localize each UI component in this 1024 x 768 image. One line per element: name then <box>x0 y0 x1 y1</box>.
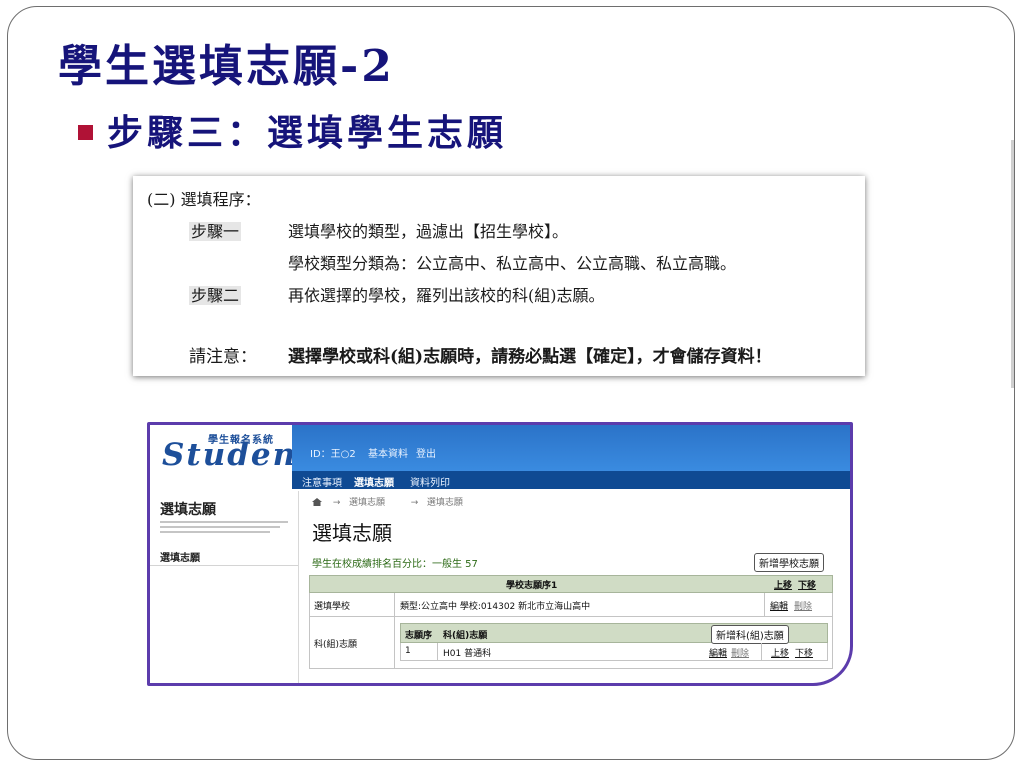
delete-department-link[interactable]: 刪除 <box>731 646 749 659</box>
procedure-heading: (二) 選填程序： <box>147 190 261 209</box>
slide-title: 學生選填志願-2 <box>58 41 395 92</box>
logo: Student <box>162 437 314 473</box>
department-row: 1 H01 普通科 編輯 刪除 上移 下移 <box>400 643 828 661</box>
delete-school-link[interactable]: 刪除 <box>794 599 812 612</box>
move-up-link[interactable]: 上移 <box>774 578 792 591</box>
table-title: 學校志願序1 <box>506 581 558 591</box>
slide-side-accent <box>1011 140 1014 388</box>
sidebar-fine-print <box>160 526 280 528</box>
dept-order: 1 <box>405 646 411 656</box>
nav-logout-link[interactable]: 登出 <box>416 445 436 460</box>
table-row: 選填學校 類型:公立高中 學校:014302 新北市立海山高中 編輯 刪除 <box>309 593 833 617</box>
nav-profile-link[interactable]: 基本資料 <box>368 445 408 460</box>
edit-department-link[interactable]: 編輯 <box>709 646 727 659</box>
step1-text: 選填學校的類型，過濾出【招生學校】。 <box>288 222 569 241</box>
bullet-square-icon <box>78 124 93 140</box>
home-icon[interactable] <box>312 498 322 506</box>
department-table-header: 志願序 科(組)志願 新增科(組)志願 <box>400 623 828 644</box>
step2-tag: 步驟二 <box>189 286 242 305</box>
table-row: 科(組)志願 志願序 科(組)志願 新增科(組)志願 1 H01 普通科 編輯 … <box>309 617 833 669</box>
breadcrumb: → 選填志願 → 選填志願 <box>312 495 463 508</box>
school-value: 類型:公立高中 學校:014302 新北市立海山高中 <box>400 602 591 612</box>
procedure-box: (二) 選填程序： 步驟一 選填學校的類型，過濾出【招生學校】。 學校類型分類為… <box>133 176 865 376</box>
app-screenshot: 學生報名系統 Student ID：王○2 基本資料 登出 注意事項 選填志願 … <box>147 422 853 686</box>
add-department-button[interactable]: 新增科(組)志願 <box>711 625 789 644</box>
breadcrumb-item[interactable]: 選填志願 <box>349 498 385 508</box>
main-nav: 注意事項 選填志願 資料列印 <box>292 471 850 489</box>
top-nav: ID：王○2 基本資料 登出 <box>292 425 850 471</box>
school-label: 選填學校 <box>314 602 351 612</box>
page-title: 選填志願 <box>312 521 392 545</box>
step1-detail: 學校類型分類為：公立高中、私立高中、公立高職、私立高職。 <box>288 254 737 273</box>
dept-col-name: 科(組)志願 <box>443 631 488 641</box>
school-preference-header: 學校志願序1 上移 下移 <box>309 575 833 593</box>
tab-preferences[interactable]: 選填志願 <box>354 474 394 489</box>
step2-text: 再依選擇的學校，羅列出該校的科(組)志願。 <box>288 286 605 305</box>
sidebar-fine-print <box>160 521 288 523</box>
breadcrumb-item: 選填志願 <box>426 498 463 508</box>
app-header: 學生報名系統 Student ID：王○2 基本資料 登出 注意事項 選填志願 … <box>150 425 850 491</box>
dept-col-order: 志願序 <box>405 631 433 641</box>
edit-school-link[interactable]: 編輯 <box>770 599 788 612</box>
move-down-department-link[interactable]: 下移 <box>795 646 813 659</box>
bullet-row: 步驟三：選填學生志願 <box>78 104 507 156</box>
bullet-text: 步驟三：選填學生志願 <box>107 112 508 154</box>
percentile-text: 學生在校成績排名百分比：一般生 57 <box>312 559 478 570</box>
sidebar-fine-print <box>160 531 270 533</box>
move-up-department-link[interactable]: 上移 <box>771 646 789 659</box>
add-school-button[interactable]: 新增學校志願 <box>754 553 824 572</box>
tab-notice[interactable]: 注意事項 <box>302 474 342 489</box>
sidebar-item-preferences[interactable]: 選填志願 <box>160 549 200 564</box>
notice-label: 請注意： <box>189 347 257 367</box>
step1-tag: 步驟一 <box>189 222 242 241</box>
sidebar-title: 選填志願 <box>160 502 216 518</box>
move-down-link[interactable]: 下移 <box>798 578 816 591</box>
tab-print[interactable]: 資料列印 <box>410 474 450 489</box>
notice-text: 選擇學校或科(組)志願時，請務必點選【確定】，才會儲存資料！ <box>288 347 772 367</box>
dept-name: H01 普通科 <box>443 649 492 659</box>
department-label: 科(組)志願 <box>314 640 358 650</box>
sidebar: 選填志願 選填志願 <box>150 491 299 683</box>
sidebar-divider <box>150 565 298 566</box>
user-id: ID：王○2 <box>310 449 356 460</box>
